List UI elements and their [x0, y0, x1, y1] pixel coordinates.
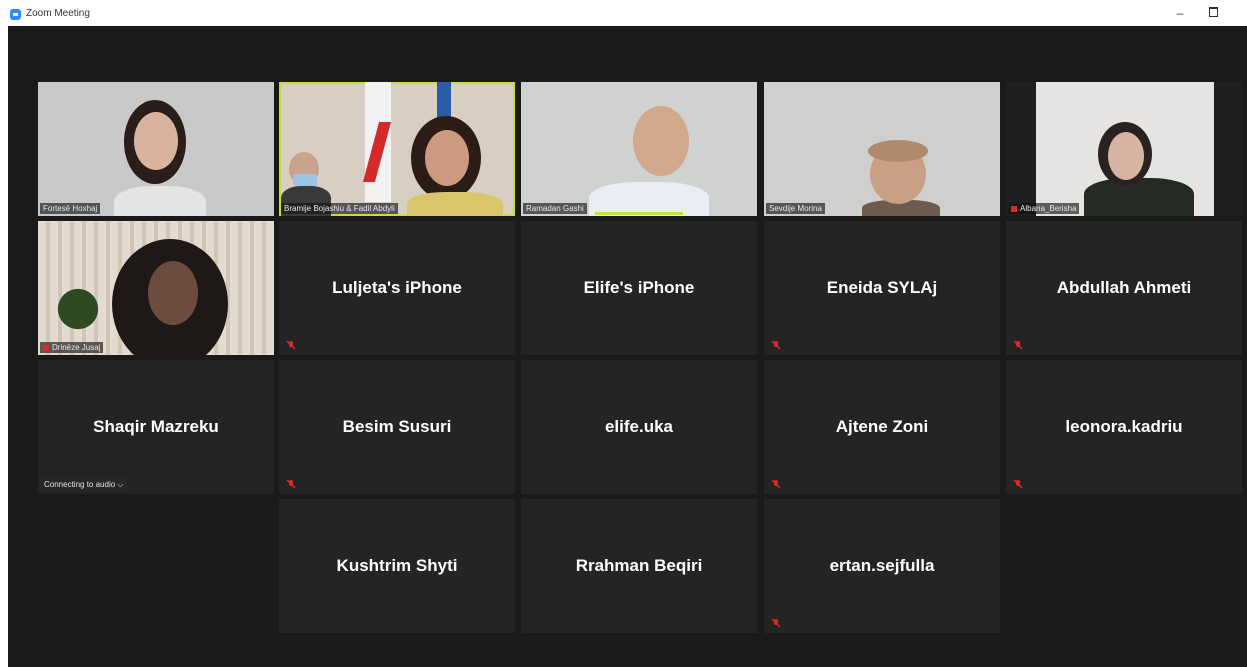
participant-name: Kushtrim Shyti	[336, 556, 458, 575]
participant-tile[interactable]: Kushtrim Shyti	[279, 499, 515, 633]
participant-name: Rrahman Beqiri	[575, 556, 703, 575]
participant-name: Besim Susuri	[342, 417, 452, 436]
participant-name-label: Drinëze Jusaj	[40, 342, 104, 353]
participant-tile[interactable]: Fortesë Hoxhaj	[38, 82, 274, 216]
participant-name: Luljeta's iPhone	[332, 278, 462, 297]
participant-tile[interactable]: Luljeta's iPhone	[279, 221, 515, 355]
participant-tile[interactable]: Abdullah Ahmeti	[1006, 221, 1242, 355]
muted-mic-icon	[771, 479, 781, 489]
participant-name-label: Albana_Berisha	[1008, 203, 1080, 214]
muted-mic-icon	[286, 340, 296, 350]
participant-name-label: Sevdije Morina	[766, 203, 825, 214]
connecting-audio-status[interactable]: Connecting to audio ⌵	[40, 478, 128, 492]
participant-name: Eneida SYLAj	[826, 278, 938, 297]
window-title: Zoom Meeting	[26, 8, 90, 19]
participant-tile[interactable]: Besim Susuri	[279, 360, 515, 494]
participant-tile[interactable]: ertan.sejfulla	[764, 499, 1000, 633]
participant-name: ertan.sejfulla	[829, 556, 935, 575]
participant-name: Ajtene Zoni	[835, 417, 929, 436]
participant-tile[interactable]: Eneida SYLAj	[764, 221, 1000, 355]
participant-name: leonora.kadriu	[1065, 417, 1183, 436]
muted-mic-icon	[286, 479, 296, 489]
zoom-app-icon	[10, 9, 21, 20]
gallery-view: Fortesë Hoxhaj Bramije Bojashiu & Fadil …	[8, 26, 1247, 667]
title-bar: Zoom Meeting –	[0, 0, 1247, 26]
muted-mic-icon	[1013, 479, 1023, 489]
participant-name: Abdullah Ahmeti	[1056, 278, 1192, 297]
participant-name: Shaqir Mazreku	[93, 417, 219, 436]
participant-tile[interactable]: Albana_Berisha	[1006, 82, 1242, 216]
participant-tile[interactable]: Ajtene Zoni	[764, 360, 1000, 494]
muted-mic-icon	[771, 340, 781, 350]
minimize-button[interactable]: –	[1170, 5, 1190, 21]
participant-tile[interactable]: elife.uka	[521, 360, 757, 494]
maximize-button[interactable]	[1203, 5, 1223, 21]
participant-tile[interactable]: Shaqir Mazreku Connecting to audio ⌵	[38, 360, 274, 494]
participant-tile[interactable]: Elife's iPhone	[521, 221, 757, 355]
muted-mic-icon	[771, 618, 781, 628]
participant-tile[interactable]: leonora.kadriu	[1006, 360, 1242, 494]
participant-name-label: Bramije Bojashiu & Fadil Abdyli	[281, 203, 398, 214]
maximize-icon	[1208, 7, 1218, 17]
participant-tile[interactable]: Ramadan Gashi	[521, 82, 757, 216]
participant-tile[interactable]: Sevdije Morina	[764, 82, 1000, 216]
participant-video	[1036, 82, 1214, 216]
participant-tile-active-speaker[interactable]: Bramije Bojashiu & Fadil Abdyli	[279, 82, 515, 216]
muted-mic-icon	[1011, 205, 1017, 212]
participant-name-label: Ramadan Gashi	[523, 203, 587, 214]
participant-name: elife.uka	[604, 417, 674, 436]
participant-tile[interactable]: Rrahman Beqiri	[521, 499, 757, 633]
participant-name: Elife's iPhone	[583, 278, 695, 297]
muted-mic-icon	[1013, 340, 1023, 350]
muted-mic-icon	[43, 344, 49, 351]
participant-tile[interactable]: Drinëze Jusaj	[38, 221, 274, 355]
participant-name-label: Fortesë Hoxhaj	[40, 203, 101, 214]
